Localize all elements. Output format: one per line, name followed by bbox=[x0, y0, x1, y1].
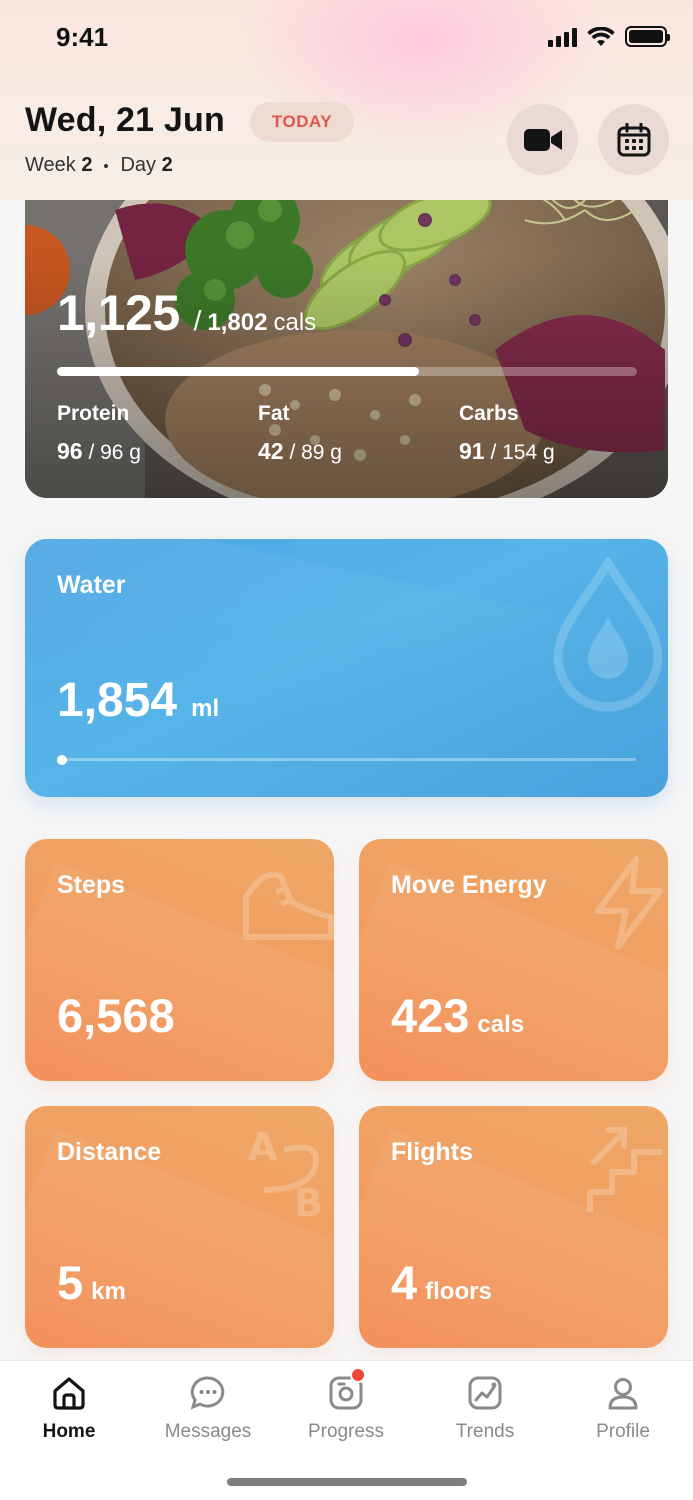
water-progress-knob bbox=[57, 755, 67, 765]
water-card[interactable]: Water 1,854 ml bbox=[25, 539, 668, 797]
macro-value: 91 / 154 g bbox=[459, 438, 555, 465]
day-indicator: Day 2 bbox=[120, 154, 172, 177]
distance-title: Distance bbox=[57, 1138, 162, 1166]
water-value: 1,854 bbox=[57, 674, 178, 727]
lightning-icon bbox=[595, 856, 663, 950]
header: 9:41 Wed, 21 Jun TODAY Week 2 Day 2 bbox=[0, 0, 693, 200]
calories-goal: 1,802 bbox=[207, 309, 268, 336]
tab-label: Profile bbox=[596, 1421, 650, 1442]
battery-icon bbox=[625, 26, 670, 47]
tab-home[interactable]: Home bbox=[9, 1375, 129, 1443]
macro-fat: Fat 42 / 89 g bbox=[258, 402, 342, 465]
distance-unit: km bbox=[91, 1278, 126, 1305]
status-time: 9:41 bbox=[56, 22, 109, 52]
flights-card[interactable]: Flights 4 floors bbox=[359, 1106, 668, 1348]
cellular-signal-icon bbox=[548, 27, 577, 47]
status-icons bbox=[548, 26, 670, 47]
home-icon bbox=[53, 1377, 85, 1410]
move-energy-value: 423 bbox=[391, 989, 470, 1042]
home-indicator bbox=[227, 1478, 467, 1486]
move-energy-card[interactable]: Move Energy 423 cals bbox=[359, 839, 668, 1081]
calories-consumed: 1,125 bbox=[57, 285, 180, 341]
page-title: Wed, 21 Jun bbox=[25, 101, 225, 139]
calendar-icon bbox=[617, 122, 650, 156]
tab-profile[interactable]: Profile bbox=[563, 1375, 683, 1443]
calories-unit: cals bbox=[273, 309, 317, 336]
wifi-icon bbox=[587, 26, 615, 46]
water-drop-icon bbox=[553, 557, 663, 712]
water-title: Water bbox=[57, 571, 126, 599]
macro-goal: / 96 g bbox=[88, 441, 141, 464]
tab-label: Trends bbox=[455, 1421, 515, 1442]
tab-progress[interactable]: Progress bbox=[286, 1367, 406, 1443]
move-energy-title: Move Energy bbox=[391, 871, 547, 899]
water-amount: 1,854 ml bbox=[57, 673, 219, 728]
macro-amount: 91 bbox=[459, 438, 485, 464]
tab-messages[interactable]: Messages bbox=[148, 1375, 268, 1443]
day-label: Day bbox=[120, 154, 157, 176]
calorie-progress-bar bbox=[57, 367, 637, 376]
macro-amount: 42 bbox=[258, 438, 284, 464]
macro-protein: Protein 96 / 96 g bbox=[57, 402, 141, 465]
video-camera-icon bbox=[523, 128, 562, 151]
macro-label: Carbs bbox=[459, 402, 519, 425]
macro-label: Fat bbox=[258, 402, 290, 425]
macro-value: 96 / 96 g bbox=[57, 438, 141, 465]
week-number: 2 bbox=[81, 154, 93, 176]
steps-title: Steps bbox=[57, 871, 126, 899]
macro-value: 42 / 89 g bbox=[258, 438, 342, 465]
calories-separator: / bbox=[193, 305, 202, 336]
calorie-summary: 1,125 / 1,802 cals bbox=[57, 284, 316, 342]
tab-label: Home bbox=[42, 1421, 96, 1442]
steps-card[interactable]: Steps 6,568 bbox=[25, 839, 334, 1081]
day-number: 2 bbox=[161, 154, 173, 176]
progress-icon-wrap bbox=[328, 1367, 366, 1411]
water-unit: ml bbox=[191, 695, 220, 722]
distance-value: 5 bbox=[57, 1256, 84, 1309]
person-icon bbox=[608, 1378, 638, 1410]
calorie-card[interactable]: 1,125 / 1,802 cals Protein 96 / 96 g Fat… bbox=[25, 150, 668, 498]
macro-label: Protein bbox=[57, 402, 130, 425]
distance-amount: 5 km bbox=[57, 1255, 126, 1310]
move-energy-amount: 423 cals bbox=[391, 988, 524, 1043]
move-energy-unit: cals bbox=[477, 1011, 525, 1038]
svg-text:A: A bbox=[248, 1125, 278, 1169]
week-day-info: Week 2 Day 2 bbox=[25, 154, 173, 177]
tab-label: Progress bbox=[307, 1421, 385, 1442]
video-call-button[interactable] bbox=[507, 104, 578, 175]
macro-goal: / 89 g bbox=[289, 441, 342, 464]
flights-value: 4 bbox=[391, 1256, 418, 1309]
today-badge[interactable]: TODAY bbox=[250, 102, 354, 142]
flights-unit: floors bbox=[425, 1278, 492, 1305]
steps-amount: 6,568 bbox=[57, 988, 175, 1043]
macro-goal: / 154 g bbox=[490, 441, 555, 464]
distance-card[interactable]: A B Distance 5 km bbox=[25, 1106, 334, 1348]
stairs-icon bbox=[587, 1127, 662, 1212]
week-label: Week bbox=[25, 154, 76, 176]
tab-trends[interactable]: Trends bbox=[425, 1375, 545, 1443]
calorie-progress-fill bbox=[57, 367, 419, 376]
week-indicator: Week 2 bbox=[25, 154, 92, 177]
water-progress-bar bbox=[57, 758, 636, 761]
notification-dot bbox=[350, 1367, 366, 1383]
flights-amount: 4 floors bbox=[391, 1255, 492, 1310]
a-to-b-icon: A B bbox=[248, 1125, 323, 1220]
steps-value: 6,568 bbox=[57, 989, 175, 1042]
tab-label: Messages bbox=[164, 1421, 252, 1442]
flights-title: Flights bbox=[391, 1138, 473, 1166]
chat-icon bbox=[190, 1376, 225, 1410]
shoe-icon bbox=[243, 871, 334, 940]
separator-dot bbox=[104, 163, 109, 168]
trend-chart-icon bbox=[468, 1376, 502, 1410]
macro-amount: 96 bbox=[57, 438, 83, 464]
calendar-button[interactable] bbox=[598, 104, 669, 175]
macro-carbs: Carbs 91 / 154 g bbox=[459, 402, 555, 465]
